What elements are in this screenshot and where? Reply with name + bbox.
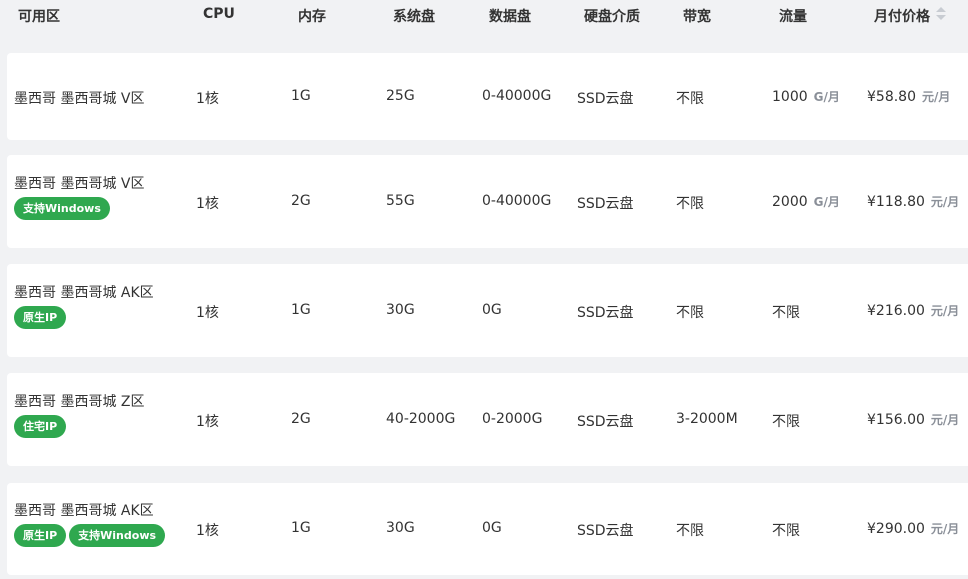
- zone-name: 墨西哥 墨西哥城 AK区: [14, 285, 154, 301]
- traffic-value: 2000 G/月: [772, 194, 840, 210]
- medium-value: SSD云盘: [577, 305, 634, 321]
- bandwidth-value: 不限: [676, 196, 704, 212]
- zone-name: 墨西哥 墨西哥城 AK区: [14, 503, 154, 519]
- price-value: ¥156.00 元/月: [867, 412, 960, 428]
- col-traffic-header: 流量: [779, 9, 807, 25]
- traffic-unit: G/月: [813, 90, 840, 104]
- price-value: ¥118.80 元/月: [867, 194, 960, 210]
- traffic-unit: G/月: [813, 195, 840, 209]
- price-value: ¥58.80 元/月: [867, 89, 951, 105]
- col-data-disk-header: 数据盘: [489, 9, 531, 25]
- system-disk-value: 25G: [386, 88, 415, 104]
- badge-group: 支持Windows: [14, 197, 113, 220]
- residential-ip-badge: 住宅IP: [14, 415, 67, 438]
- system-disk-value: 40-2000G: [386, 411, 456, 427]
- cpu-value: 1核: [196, 196, 219, 212]
- data-disk-value: 0G: [482, 302, 502, 318]
- system-disk-value: 30G: [386, 302, 415, 318]
- price-value: ¥290.00 元/月: [867, 521, 960, 537]
- medium-value: SSD云盘: [577, 196, 634, 212]
- data-disk-value: 0-40000G: [482, 88, 552, 104]
- price-value: ¥216.00 元/月: [867, 303, 960, 319]
- native-ip-badge: 原生IP: [14, 306, 67, 329]
- data-disk-value: 0-40000G: [482, 193, 552, 209]
- zone-name: 墨西哥 墨西哥城 Z区: [14, 394, 145, 410]
- traffic-value: 1000 G/月: [772, 89, 840, 105]
- cpu-value: 1核: [196, 305, 219, 321]
- medium-value: SSD云盘: [577, 523, 634, 539]
- cpu-value: 1核: [196, 523, 219, 539]
- price-unit: 元/月: [922, 90, 951, 104]
- col-price-header[interactable]: 月付价格: [874, 6, 930, 26]
- badge-group: 原生IP: [14, 306, 69, 329]
- cpu-value: 1核: [196, 91, 219, 107]
- price-unit: 元/月: [930, 304, 960, 318]
- pricing-table: 可用区 CPU 内存 系统盘 数据盘 硬盘介质 带宽 流量 月付价格 墨西哥 墨…: [0, 0, 968, 579]
- col-medium-header: 硬盘介质: [584, 9, 640, 25]
- table-row[interactable]: 墨西哥 墨西哥城 AK区 原生IP 支持Windows 1核 1G 30G 0G …: [7, 483, 968, 575]
- native-ip-badge: 原生IP: [14, 524, 67, 547]
- col-system-disk-header: 系统盘: [393, 9, 435, 25]
- table-header: 可用区 CPU 内存 系统盘 数据盘 硬盘介质 带宽 流量 月付价格: [0, 0, 968, 28]
- memory-value: 2G: [291, 193, 311, 209]
- data-disk-value: 0G: [482, 520, 502, 536]
- traffic-value: 不限: [772, 414, 800, 430]
- col-cpu-header: CPU: [203, 6, 235, 22]
- system-disk-value: 55G: [386, 193, 415, 209]
- col-memory-header: 内存: [298, 9, 326, 25]
- sort-icon[interactable]: [936, 7, 946, 23]
- table-row[interactable]: 墨西哥 墨西哥城 Z区 住宅IP 1核 2G 40-2000G 0-2000G …: [7, 373, 968, 466]
- memory-value: 1G: [291, 88, 311, 104]
- medium-value: SSD云盘: [577, 91, 634, 107]
- medium-value: SSD云盘: [577, 414, 634, 430]
- table-row[interactable]: 墨西哥 墨西哥城 AK区 原生IP 1核 1G 30G 0G SSD云盘 不限 …: [7, 264, 968, 357]
- badge-group: 住宅IP: [14, 415, 69, 438]
- memory-value: 1G: [291, 302, 311, 318]
- zone-name: 墨西哥 墨西哥城 V区: [14, 176, 145, 192]
- price-unit: 元/月: [930, 195, 960, 209]
- memory-value: 1G: [291, 520, 311, 536]
- price-unit: 元/月: [930, 522, 960, 536]
- badge-group: 原生IP 支持Windows: [14, 524, 168, 547]
- cpu-value: 1核: [196, 414, 219, 430]
- zone-name: 墨西哥 墨西哥城 V区: [14, 91, 145, 107]
- traffic-value: 不限: [772, 305, 800, 321]
- data-disk-value: 0-2000G: [482, 411, 543, 427]
- traffic-value: 不限: [772, 523, 800, 539]
- col-zone-header: 可用区: [18, 9, 60, 25]
- memory-value: 2G: [291, 411, 311, 427]
- price-unit: 元/月: [930, 413, 960, 427]
- bandwidth-value: 不限: [676, 523, 704, 539]
- windows-badge: 支持Windows: [69, 524, 166, 547]
- windows-badge: 支持Windows: [14, 197, 110, 220]
- bandwidth-value: 3-2000M: [676, 411, 738, 427]
- table-row[interactable]: 墨西哥 墨西哥城 V区 支持Windows 1核 2G 55G 0-40000G…: [7, 155, 968, 248]
- table-row[interactable]: 墨西哥 墨西哥城 V区 1核 1G 25G 0-40000G SSD云盘 不限 …: [7, 53, 968, 140]
- system-disk-value: 30G: [386, 520, 415, 536]
- bandwidth-value: 不限: [676, 91, 704, 107]
- col-bandwidth-header: 带宽: [683, 9, 711, 25]
- bandwidth-value: 不限: [676, 305, 704, 321]
